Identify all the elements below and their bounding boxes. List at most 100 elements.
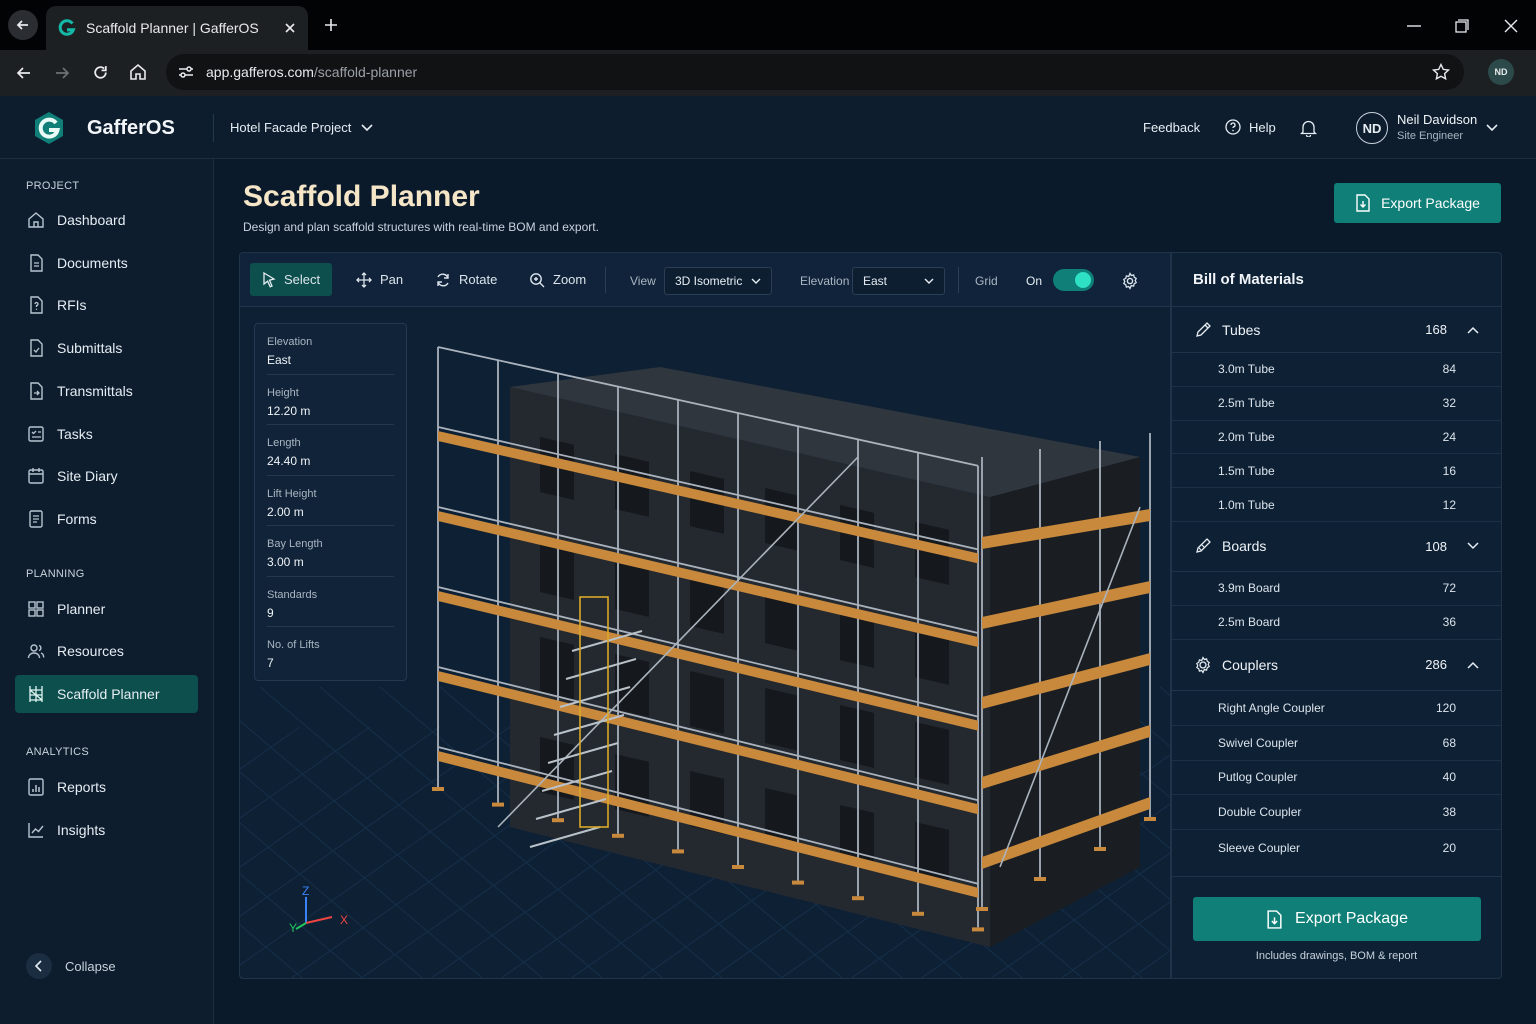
sidebar-item-label: Submittals [57,340,123,356]
section-label-analytics: ANALYTICS [26,746,90,758]
back-icon[interactable] [16,65,32,81]
chevron-down-icon [924,278,934,284]
sidebar-item-rfis[interactable]: RFIs [15,286,198,324]
building-window [765,688,799,751]
bom-item-qty: 84 [1442,362,1456,377]
site-settings-icon[interactable] [178,65,194,79]
bom-item-name: Putlog Coupler [1218,770,1298,785]
user-menu[interactable]: Neil Davidson Site Engineer [1397,112,1477,142]
bom-group-boards[interactable]: Boards 108 [1172,522,1501,572]
sidebar-item-insights[interactable]: Insights [15,811,198,849]
grid-toggle[interactable] [1053,269,1094,291]
bom-item-qty: 36 [1442,615,1456,630]
sidebar-item-tasks[interactable]: Tasks [15,415,198,453]
bom-row: Double Coupler 38 [1172,795,1501,831]
project-selector[interactable]: Hotel Facade Project [230,120,373,135]
sidebar: PROJECT Dashboard Documents RFIs Submitt… [0,159,214,1024]
sidebar-item-resources[interactable]: Resources [15,632,198,670]
elevation-select[interactable]: East [852,267,945,295]
property-key: Height [267,386,299,399]
sidebar-item-planner[interactable]: Planner [15,590,198,628]
pan-tool-button[interactable]: Pan [344,263,415,296]
sidebar-item-dashboard[interactable]: Dashboard [15,201,198,239]
close-window-icon[interactable] [1504,19,1518,33]
settings-gear-icon[interactable] [1121,272,1139,290]
home-icon[interactable] [129,63,147,81]
sidebar-item-label: Scaffold Planner [57,686,160,702]
sidebar-item-reports[interactable]: Reports [15,768,198,806]
bom-title: Bill of Materials [1172,253,1501,307]
rotate-tool-button[interactable]: Rotate [423,263,509,296]
bom-export-package-button[interactable]: Export Package [1193,897,1481,941]
zoom-tool-button[interactable]: Zoom [517,263,598,296]
chevron-up-icon [1467,661,1479,669]
restore-icon[interactable] [1455,19,1469,33]
bom-export-label: Export Package [1295,910,1408,927]
bookmark-star-icon[interactable] [1432,63,1450,81]
tab-title: Scaffold Planner | GafferOS [86,20,259,36]
move-arrows-icon [356,271,372,288]
toolbar-divider [605,267,606,293]
building-model [510,367,1140,947]
export-package-button[interactable]: Export Package [1334,183,1501,223]
property-key: Bay Length [267,538,323,550]
help-link[interactable]: Help [1225,119,1276,135]
close-tab-icon[interactable] [284,22,296,34]
sidebar-item-label: Planner [57,601,106,617]
sidebar-item-site-diary[interactable]: Site Diary [15,457,198,495]
collapse-label: Collapse [65,958,116,974]
scaffold-base-plate [912,911,924,916]
reload-icon[interactable] [92,64,109,81]
bom-group-couplers[interactable]: Couplers 286 [1172,640,1501,691]
user-name: Neil Davidson [1397,112,1478,127]
new-tab-icon[interactable] [324,18,338,32]
feedback-link[interactable]: Feedback [1143,120,1200,135]
bom-row: Sleeve Coupler 20 [1172,830,1501,865]
property-lifts: No. of Lifts 7 [267,627,394,678]
bom-item-name: 2.5m Board [1218,615,1281,630]
scaffold-base-plate [976,907,988,911]
document-icon [30,254,43,272]
bom-group-tubes[interactable]: Tubes 168 [1172,307,1501,353]
forward-icon[interactable] [54,65,70,81]
scaffold-base-plate [1094,847,1106,851]
export-file-icon [1356,194,1370,212]
select-tool-button[interactable]: Select [250,263,333,296]
scaffold-properties-panel: Elevation East Height 12.20 m Length 24.40 … [254,323,407,681]
collapse-sidebar-button[interactable]: Collapse [26,953,116,979]
sidebar-item-documents[interactable]: Documents [15,244,198,282]
bom-row: 3.9m Board 72 [1172,572,1501,606]
chevron-down-icon [751,278,761,284]
scaffold-base-plate [1034,877,1046,881]
building-window [915,722,949,785]
url-bar[interactable]: app.gafferos.com/scaffold-planner [166,54,1464,90]
bom-item-qty: 120 [1435,700,1456,715]
bom-group-count: 168 [1425,322,1447,337]
browser-tab[interactable]: Scaffold Planner | GafferOS [46,6,308,50]
sidebar-item-forms[interactable]: Forms [15,500,198,538]
bom-group-name: Tubes [1222,321,1261,338]
elevation-label: Elevation [800,274,850,288]
scaffold-base-plate [492,802,504,807]
url-host: app.gafferos.com [206,64,314,80]
sidebar-item-scaffold-planner[interactable]: Scaffold Planner [15,675,198,713]
export-note: Includes drawings, BOM & report [1255,950,1418,962]
zoom-magnifier-icon [530,272,545,287]
bom-item-name: Swivel Coupler [1218,735,1299,750]
browser-profile-avatar[interactable]: ND [1488,59,1514,85]
user-avatar[interactable]: ND [1356,112,1388,144]
bom-row: 3.0m Tube 84 [1172,353,1501,387]
sidebar-item-transmittals[interactable]: Transmittals [15,372,198,410]
notification-bell-icon[interactable] [1300,119,1317,137]
page-subtitle: Design and plan scaffold structures with… [243,220,599,234]
page-title: Scaffold Planner [243,180,480,213]
select-tool-label: Select [284,272,321,287]
sidebar-item-submittals[interactable]: Submittals [15,329,198,367]
minimize-icon[interactable] [1407,25,1421,27]
bom-item-name: 1.5m Tube [1218,463,1275,478]
back-tab-icon[interactable] [8,10,38,40]
property-lift-height: Lift Height 2.00 m [267,476,394,526]
bom-item-name: 1.0m Tube [1218,497,1275,512]
user-menu-chevron-icon[interactable] [1486,124,1498,132]
view-select[interactable]: 3D Isometric [664,267,772,295]
